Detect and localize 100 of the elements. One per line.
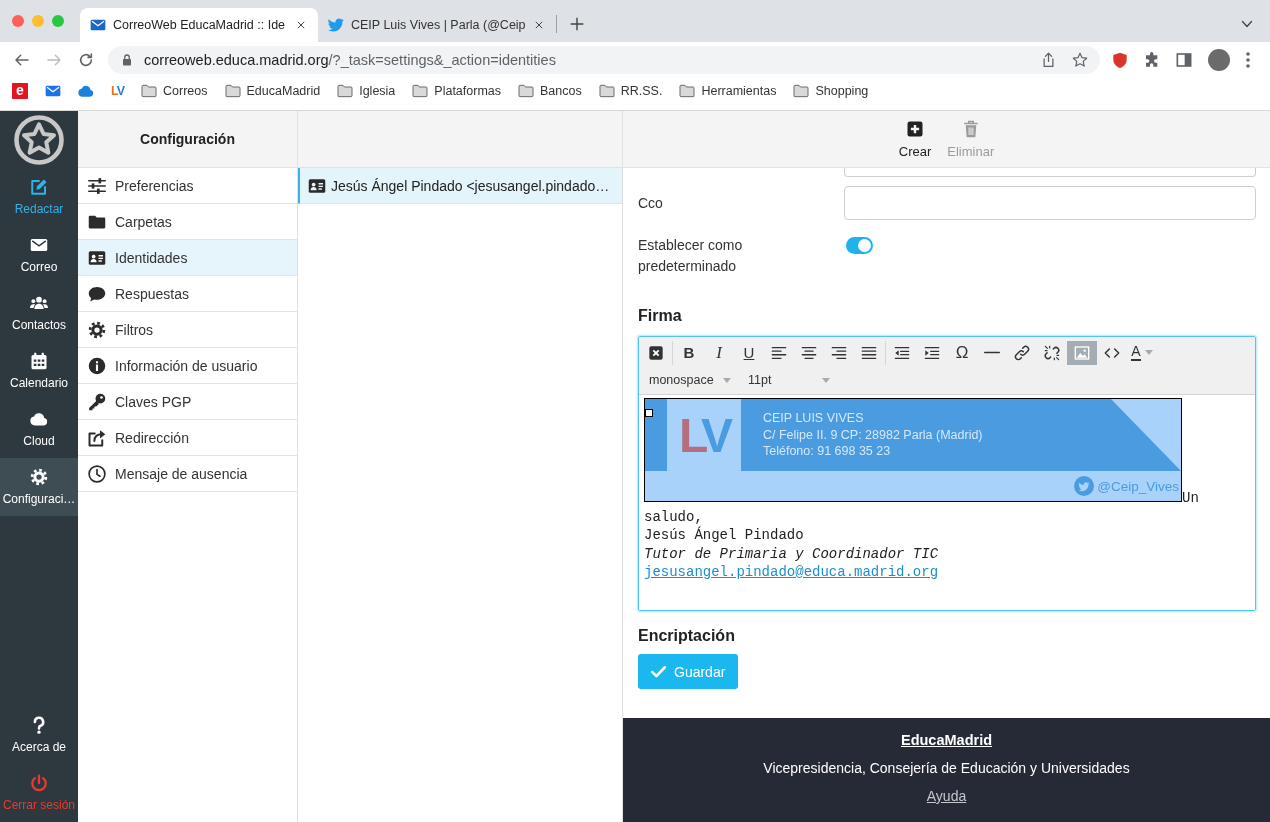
settings-menu-item[interactable]: Claves PGP [78, 384, 297, 420]
gear-icon [88, 320, 106, 339]
italic-button[interactable]: I [704, 340, 734, 365]
browser-tab[interactable]: CEIP Luis Vives | Parla (@Ceip [318, 8, 556, 42]
folder-icon [679, 82, 696, 99]
address-field[interactable]: correoweb.educa.madrid.org/?_task=settings&_action=identities [108, 45, 1100, 74]
underline-button[interactable]: U [734, 340, 764, 365]
reload-icon[interactable] [78, 51, 94, 68]
clock-icon [88, 464, 106, 483]
align-center-icon [801, 344, 817, 361]
nav-button[interactable]: Calendario [0, 342, 78, 400]
field-label: Establecer como predeterminado [638, 236, 744, 276]
resize-handle-icon[interactable] [645, 409, 653, 417]
envelope-icon [30, 236, 48, 254]
sidebar-icon[interactable] [1176, 51, 1192, 68]
nav-button[interactable]: Redactar [0, 168, 78, 226]
cloud-icon [30, 410, 48, 428]
bookmark-folder[interactable]: Iglesia [337, 82, 396, 99]
browser-tab[interactable]: CorreoWeb EducaMadrid :: Ide [80, 8, 318, 42]
close-icon[interactable] [534, 20, 544, 30]
close-icon[interactable] [296, 20, 306, 30]
bookmark-folder[interactable]: Correos [141, 82, 208, 99]
trash-icon [961, 120, 980, 138]
calendar-icon [30, 352, 48, 370]
speech-bubble-icon [88, 284, 106, 303]
settings-menu-item[interactable]: Información de usuario [78, 348, 297, 384]
signature-editor[interactable] [638, 336, 1256, 611]
power-icon [30, 774, 48, 792]
section-heading: Encriptación [638, 626, 735, 646]
nav-button[interactable]: Contactos [0, 284, 78, 342]
sliders-icon [88, 176, 106, 195]
folder-icon [518, 82, 535, 99]
caret-down-icon [822, 377, 830, 383]
chevron-down-icon[interactable] [1241, 18, 1253, 30]
font-size-dropdown[interactable]: 11pt [748, 373, 830, 387]
folder-icon [598, 82, 615, 99]
input-field[interactable] [844, 186, 1256, 220]
signature-text: Tutor de Primaria y Coordinador TIC [644, 545, 939, 562]
nav-button[interactable]: Cloud [0, 400, 78, 458]
banner-text: CEIP LUIS VIVES [763, 410, 864, 427]
bookmark-button[interactable]: e [12, 82, 28, 99]
signature-text: saludo, [644, 508, 703, 525]
align-right-icon [831, 344, 847, 361]
avatar-icon[interactable] [1208, 48, 1230, 71]
envelope-icon [90, 17, 106, 33]
text-color-button[interactable]: A [1127, 340, 1157, 365]
caret-down-icon [723, 377, 731, 383]
bold-button[interactable]: B [674, 340, 704, 365]
bookmark-folder[interactable]: Shopping [793, 82, 869, 99]
share-icon[interactable] [1041, 52, 1056, 67]
font-family-dropdown[interactable]: monospace [649, 373, 731, 387]
key-icon [88, 392, 106, 411]
bookmark-folder[interactable]: Herramientas [679, 82, 777, 99]
nav-button[interactable]: Correo [0, 226, 78, 284]
nav-button[interactable]: Configuraci… [0, 458, 78, 516]
kebab-menu-icon[interactable] [1246, 51, 1250, 68]
bookmark-button[interactable]: LV [111, 83, 125, 98]
help-link[interactable]: Ayuda [926, 786, 967, 806]
special-character-button[interactable]: Ω [947, 340, 977, 365]
logo-icon[interactable] [14, 114, 64, 165]
settings-menu-item[interactable]: Mensaje de ausencia [78, 456, 297, 492]
bird-icon [328, 17, 344, 33]
email-link[interactable]: jesusangel.pindado@educa.madrid.org [644, 564, 939, 580]
folder-icon [141, 82, 158, 99]
bookmark-folder[interactable]: Bancos [518, 82, 582, 99]
settings-menu-item[interactable]: Redirección [78, 420, 297, 456]
settings-menu-item[interactable]: Preferencias [78, 168, 297, 204]
footer-title-link[interactable]: EducaMadrid [900, 730, 992, 750]
field-label: Cco [638, 193, 663, 213]
compose-icon [30, 178, 48, 196]
folder-icon [224, 82, 241, 99]
shield-icon[interactable] [1112, 51, 1128, 68]
bookmark-folder[interactable]: EducaMadrid [224, 82, 321, 99]
indent-icon [924, 344, 940, 361]
banner-text: @Ceip_Vives [1097, 478, 1179, 494]
settings-menu-item[interactable]: Filtros [78, 312, 297, 348]
plus-square-icon [906, 120, 924, 138]
folder-icon [337, 82, 354, 99]
banner-text: C/ Felipe II. 9 CP: 28982 Parla (Madrid) [763, 426, 983, 443]
broken-link-icon [1044, 344, 1060, 361]
plus-icon[interactable] [570, 17, 584, 31]
caret-down-icon [1144, 350, 1153, 355]
gear-icon [30, 468, 48, 486]
star-icon[interactable] [1072, 51, 1088, 68]
settings-menu-item[interactable]: Respuestas [78, 276, 297, 312]
nav-button[interactable]: Acerca de [0, 706, 78, 764]
bookmark-folder[interactable]: RR.SS. [598, 82, 663, 99]
justify-icon [861, 344, 877, 361]
link-icon [1014, 344, 1030, 361]
toolbar-button[interactable]: Crear [895, 111, 935, 167]
puzzle-icon[interactable] [1144, 51, 1160, 68]
identity-list-item[interactable]: Jesús Ángel Pindado <jesusangel.pindado… [298, 168, 622, 204]
image-icon [1074, 344, 1090, 361]
align-left-icon [771, 344, 787, 361]
share-icon [88, 428, 106, 447]
settings-menu-item[interactable]: Identidades [78, 240, 297, 276]
toggle-switch[interactable] [846, 237, 873, 254]
bookmark-folder[interactable]: Plataformas [412, 82, 502, 99]
input-field[interactable] [844, 168, 1256, 177]
panel-header: Configuración [78, 111, 297, 168]
